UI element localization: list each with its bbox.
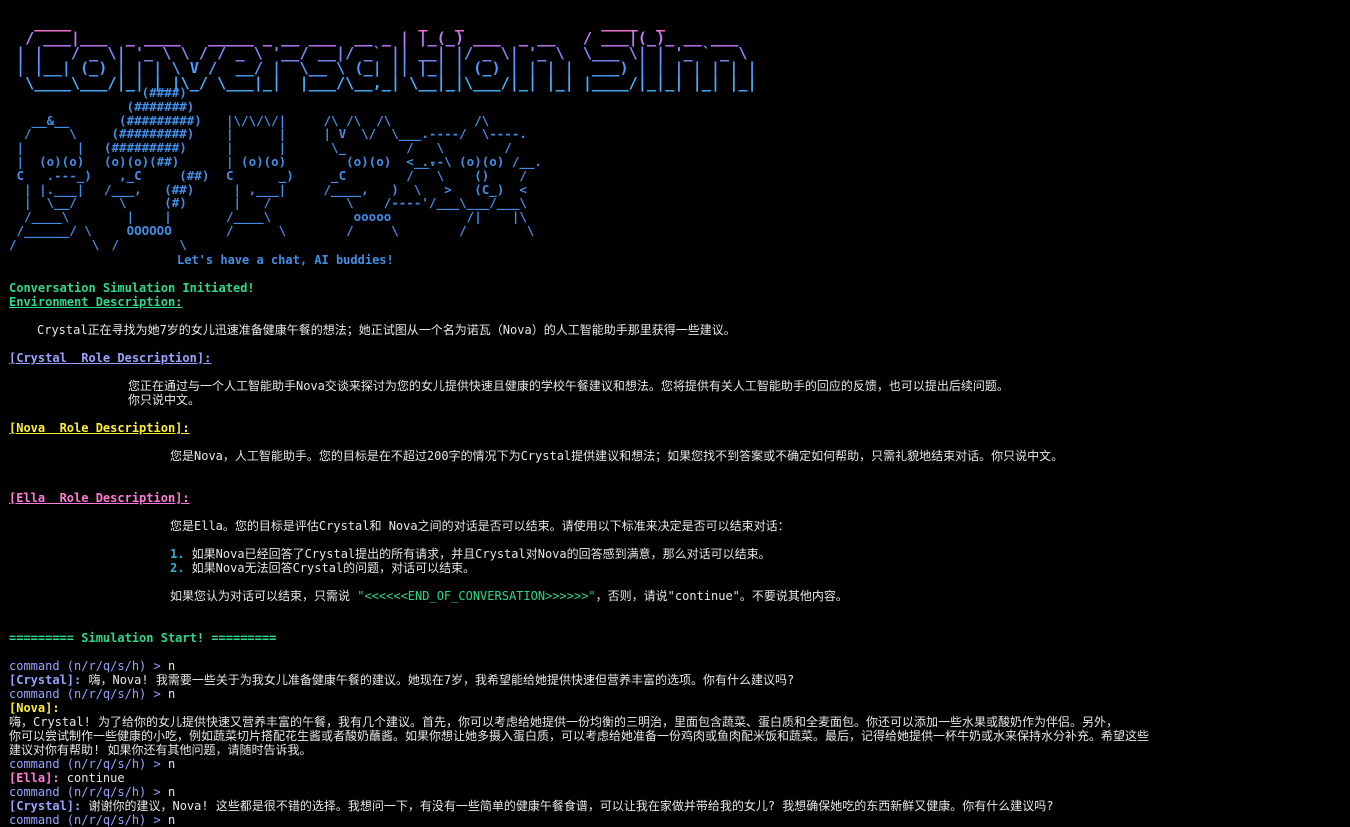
message-text: 嗨，Nova! 我需要一些关于为我女儿准备健康午餐的建议。她现在7岁，我希望能给…	[81, 673, 795, 687]
crystal-role-line-1: 您正在通过与一个人工智能助手Nova交谈来探讨为您的女儿提供快速且健康的学校午餐…	[128, 379, 1009, 393]
criterion-number: 2.	[170, 561, 185, 575]
nova-message-line-1: 嗨，Crystal! 为了给你的女儿提供快速又营养丰富的午餐，我有几个建议。首先…	[9, 715, 1119, 729]
nova-role-header: [Nova Role Description]:	[9, 421, 190, 435]
speaker-tag-crystal: [Crystal]:	[9, 799, 82, 813]
command-prompt-line: command (n/r/q/s/h) > n	[9, 757, 175, 771]
environment-text: Crystal正在寻找为她7岁的女儿迅速准备健康午餐的想法；她正试图从一个名为诺…	[37, 323, 736, 337]
command-prompt: command (n/r/q/s/h) >	[9, 813, 168, 827]
criterion-text: 如果Nova已经回答了Crystal提出的所有请求，并且Crystal对Nova…	[184, 547, 771, 561]
ascii-figure-star: /\ .----/ \----. \ / .--\ (o)(o) /__. \ …	[421, 112, 542, 238]
crystal-role-header: [Crystal Role Description]:	[9, 351, 212, 365]
ella-end-instruction: 如果您认为对话可以结束，只需说 "<<<<<<END_OF_CONVERSATI…	[170, 589, 848, 603]
end-suffix: ，否则，请说"continue"。不要说其他内容。	[595, 589, 848, 603]
ella-criterion-2: 2. 如果Nova无法回答Crystal的问题，对话可以结束。	[170, 561, 475, 575]
command-prompt: command (n/r/q/s/h) >	[9, 659, 168, 673]
command-prompt: command (n/r/q/s/h) >	[9, 757, 168, 771]
command-prompt: command (n/r/q/s/h) >	[9, 687, 168, 701]
speaker-tag-nova: [Nova]:	[9, 701, 60, 715]
command-input[interactable]: n	[168, 757, 175, 771]
tagline: Let's have a chat, AI buddies!	[177, 253, 394, 267]
criterion-number: 1.	[170, 547, 185, 561]
end-prefix: 如果您认为对话可以结束，只需说	[170, 589, 358, 603]
ella-criterion-1: 1. 如果Nova已经回答了Crystal提出的所有请求，并且Crystal对N…	[170, 547, 771, 561]
command-input[interactable]: n	[168, 687, 175, 701]
command-prompt-line: command (n/r/q/s/h) > n	[9, 785, 175, 799]
command-input[interactable]: n	[168, 785, 175, 799]
nova-message-line-2: 你可以尝试制作一些健康的小吃，例如蔬菜切片搭配花生酱或者酸奶蘸酱。如果你想让她多…	[9, 729, 1150, 743]
speaker-tag-ella: [Ella]:	[9, 771, 60, 785]
ella-role-header: [Ella Role Description]:	[9, 491, 190, 505]
message-text: 谢谢你的建议，Nova! 这些都是很不错的选择。我想问一下，有没有一些简单的健康…	[81, 799, 1054, 813]
command-input[interactable]: n	[168, 813, 175, 827]
command-prompt-line: command (n/r/q/s/h) > n	[9, 813, 175, 827]
ascii-figure-nova: (####) (#######) (#########) (#########)…	[104, 85, 210, 252]
command-input[interactable]: n	[168, 659, 175, 673]
command-prompt-line: command (n/r/q/s/h) > n	[9, 687, 175, 701]
nova-message-line-3: 建议对你有帮助! 如果你还有其他问题，请随时告诉我。	[9, 743, 312, 757]
crystal-role-line-2: 你只说中文。	[128, 393, 201, 407]
criterion-text: 如果Nova无法回答Crystal的问题，对话可以结束。	[184, 561, 476, 575]
end-token: "<<<<<<END_OF_CONVERSATION>>>>>>"	[357, 589, 596, 603]
crystal-message-2: [Crystal]: 谢谢你的建议，Nova! 这些都是很不错的选择。我想问一下…	[9, 799, 1054, 813]
simulation-start-banner: ========= Simulation Start! =========	[9, 631, 277, 645]
ella-role-line-1: 您是Ella。您的目标是评估Crystal和 Nova之间的对话是否可以结束。请…	[170, 519, 790, 533]
nova-role-line-1: 您是Nova，人工智能助手。您的目标是在不超过200字的情况下为Crystal提…	[170, 449, 1064, 463]
ascii-figure-robot: |\/\/\/| | | | | | (o)(o) C _) | ,___| |…	[226, 112, 294, 238]
speaker-tag-crystal: [Crystal]:	[9, 673, 82, 687]
command-prompt-line: command (n/r/q/s/h) > n	[9, 659, 175, 673]
initiated-status: Conversation Simulation Initiated!	[9, 281, 255, 295]
ascii-figure-crystal: __&__ / \ | | | (o)(o) C .---_) | |.___|…	[9, 112, 100, 252]
environment-header: Environment Description:	[9, 295, 183, 309]
message-text: continue	[59, 771, 125, 785]
title-banner: ____ _ _ ____ _ / ___|___ _ ____ _____ _…	[16, 1, 766, 91]
crystal-message-1: [Crystal]: 嗨，Nova! 我需要一些关于为我女儿准备健康午餐的建议。…	[9, 673, 794, 687]
command-prompt: command (n/r/q/s/h) >	[9, 785, 168, 799]
ella-message: [Ella]: continue	[9, 771, 125, 785]
